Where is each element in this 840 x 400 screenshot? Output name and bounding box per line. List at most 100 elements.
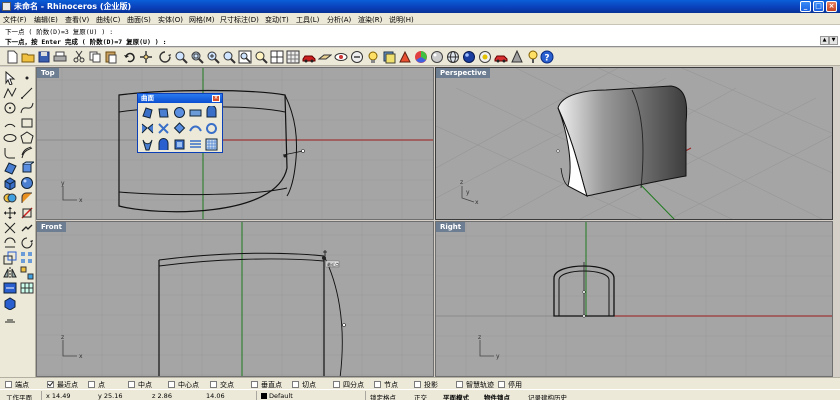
menu-dimension[interactable]: 尺寸标注(D) — [220, 15, 259, 25]
surface-floating-toolbar[interactable]: 曲面 × — [137, 93, 223, 153]
show-icon[interactable] — [334, 50, 348, 64]
surface-from-points-icon[interactable] — [141, 106, 154, 119]
ellipse-icon[interactable] — [3, 131, 17, 145]
menu-edit[interactable]: 编辑(E) — [34, 15, 58, 25]
explode-icon[interactable] — [3, 236, 17, 250]
car-icon[interactable] — [302, 50, 316, 64]
osnap-tangent-checkbox[interactable] — [292, 381, 299, 388]
drape-icon[interactable] — [157, 138, 170, 151]
viewport-front[interactable]: 最近点 x z Front — [36, 221, 434, 377]
osnap-intersection-checkbox[interactable] — [210, 381, 217, 388]
surface-from-edges-icon[interactable] — [157, 106, 170, 119]
split-icon[interactable] — [20, 206, 34, 220]
layer-icon[interactable] — [382, 50, 396, 64]
menu-file[interactable]: 文件(F) — [3, 15, 27, 25]
undo-icon[interactable] — [123, 50, 137, 64]
menu-render[interactable]: 渲染(R) — [358, 15, 382, 25]
four-view-icon[interactable] — [270, 50, 284, 64]
menu-help[interactable]: 说明(H) — [389, 15, 414, 25]
zoom-icon[interactable] — [174, 50, 188, 64]
offset-curve-icon[interactable] — [20, 146, 34, 160]
object-snap-toggle[interactable]: 物件锁点 — [484, 392, 510, 400]
solid-tools-icon[interactable] — [3, 296, 17, 310]
paste-icon[interactable] — [104, 50, 118, 64]
light-icon[interactable] — [366, 50, 380, 64]
trim-icon[interactable] — [3, 221, 17, 235]
viewport-label-perspective[interactable]: Perspective — [436, 68, 491, 78]
fillet-edge-icon[interactable] — [20, 191, 34, 205]
fillet-curve-icon[interactable] — [3, 146, 17, 160]
osnap-center-checkbox[interactable] — [168, 381, 175, 388]
help-icon[interactable]: ? — [540, 50, 554, 64]
rectangle-plane-icon[interactable] — [173, 106, 186, 119]
surface-toolbar-close-button[interactable]: × — [212, 95, 220, 102]
new-icon[interactable] — [5, 50, 19, 64]
viewport-label-top[interactable]: Top — [37, 68, 59, 78]
grid-snap-toggle[interactable]: 锁定格点 — [370, 392, 396, 400]
loft-icon[interactable] — [205, 106, 218, 119]
select-arrow-icon[interactable] — [3, 71, 17, 85]
cone-icon[interactable] — [510, 50, 524, 64]
osnap-perpendicular-checkbox[interactable] — [251, 381, 258, 388]
rail-revolve-icon[interactable] — [205, 122, 218, 135]
surface-toolbar-header[interactable]: 曲面 × — [138, 94, 222, 103]
osnap-mid-checkbox[interactable] — [128, 381, 135, 388]
arc-icon[interactable] — [3, 116, 17, 130]
menu-curve[interactable]: 曲线(C) — [96, 15, 120, 25]
color-circle-icon[interactable] — [414, 50, 428, 64]
material-icon[interactable] — [398, 50, 412, 64]
viewport-perspective[interactable]: x z y Perspective — [435, 67, 833, 220]
blend-icon[interactable] — [173, 138, 186, 151]
command-prompt[interactable]: 下一点，按 Enter 完成 ( 阶数(D)=7 复原(U) ) : — [5, 36, 825, 46]
surface-corner-icon[interactable] — [3, 161, 17, 175]
osnap-quad-checkbox[interactable] — [333, 381, 340, 388]
osnap-near-checkbox[interactable] — [47, 381, 54, 388]
ortho-toggle[interactable]: 正交 — [414, 392, 427, 400]
offset-surface-icon[interactable] — [189, 138, 202, 151]
lamp-icon[interactable] — [526, 50, 540, 64]
lock-icon[interactable] — [350, 50, 364, 64]
join-icon[interactable] — [20, 221, 34, 235]
menu-transform[interactable]: 变动(T) — [265, 15, 289, 25]
text-icon[interactable] — [3, 311, 17, 325]
revolve-icon[interactable] — [189, 122, 202, 135]
sphere-render-icon[interactable] — [430, 50, 444, 64]
maximize-button[interactable]: □ — [813, 1, 824, 12]
sweep2-icon[interactable] — [157, 122, 170, 135]
osnap-project-checkbox[interactable] — [414, 381, 421, 388]
close-button[interactable]: × — [826, 1, 837, 12]
rectangle-icon[interactable] — [20, 116, 34, 130]
cplane-icon[interactable] — [318, 50, 332, 64]
car-render-icon[interactable] — [494, 50, 508, 64]
copy-icon[interactable] — [88, 50, 102, 64]
menu-surface[interactable]: 曲面(S) — [127, 15, 151, 25]
rotate-view-icon[interactable] — [158, 50, 172, 64]
sphere-icon[interactable] — [20, 176, 34, 190]
extrude-curve-icon[interactable] — [189, 106, 202, 119]
dimension-icon[interactable] — [3, 281, 17, 295]
point-icon[interactable] — [20, 71, 34, 85]
sweep1-icon[interactable] — [141, 122, 154, 135]
zoom-selected-icon[interactable] — [222, 50, 236, 64]
array-icon[interactable] — [20, 251, 34, 265]
print-icon[interactable] — [53, 50, 67, 64]
texture-icon[interactable] — [478, 50, 492, 64]
undo-view-icon[interactable] — [254, 50, 268, 64]
osnap-disable-checkbox[interactable] — [498, 381, 505, 388]
menu-tools[interactable]: 工具(L) — [296, 15, 319, 25]
circle-icon[interactable] — [3, 101, 17, 115]
scroll-down-button[interactable]: ▼ — [829, 36, 838, 45]
viewport-top[interactable]: x y Top — [36, 67, 434, 220]
planar-toggle[interactable]: 平面模式 — [443, 392, 469, 400]
viewport-label-right[interactable]: Right — [436, 222, 466, 232]
save-icon[interactable] — [37, 50, 51, 64]
box-icon[interactable] — [3, 176, 17, 190]
polygon-icon[interactable] — [20, 131, 34, 145]
menu-analyze[interactable]: 分析(A) — [327, 15, 351, 25]
osnap-point-checkbox[interactable] — [88, 381, 95, 388]
osnap-smarttrack-checkbox[interactable] — [456, 381, 463, 388]
globe-icon[interactable] — [446, 50, 460, 64]
menu-mesh[interactable]: 网格(M) — [189, 15, 215, 25]
group-icon[interactable] — [20, 266, 34, 280]
patch-icon[interactable] — [141, 138, 154, 151]
